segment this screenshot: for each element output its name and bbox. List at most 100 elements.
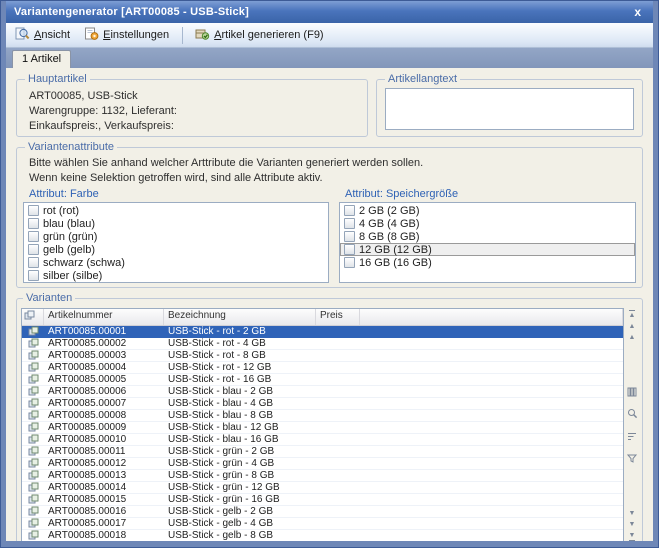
move-down-icon[interactable]: ▼ — [629, 521, 636, 528]
table-row[interactable]: ART00085.00010 USB-Stick - blau - 16 GB — [22, 434, 623, 446]
attribute-option[interactable]: 2 GB (2 GB) — [340, 204, 635, 217]
variant-row-icon — [22, 482, 44, 493]
filter-icon[interactable] — [627, 450, 637, 468]
attribute-checkbox[interactable] — [344, 244, 355, 255]
column-chooser-icon[interactable] — [627, 384, 637, 402]
attribute-option-label: 12 GB (12 GB) — [359, 244, 432, 256]
variantenattribute-groupbox: Variantenattribute Bitte wählen Sie anha… — [16, 141, 643, 288]
scroll-to-top-icon[interactable]: ▲ — [629, 310, 636, 319]
attribute-option[interactable]: grün (grün) — [24, 230, 328, 243]
hauptartikel-legend: Hauptartikel — [25, 73, 90, 85]
table-row[interactable]: ART00085.00003 USB-Stick - rot - 8 GB — [22, 350, 623, 362]
attribute-option[interactable]: 16 GB (16 GB) — [340, 256, 635, 269]
cell-bezeichnung: USB-Stick - rot - 4 GB — [164, 338, 316, 349]
variant-row-icon — [22, 494, 44, 505]
table-row[interactable]: ART00085.00006 USB-Stick - blau - 2 GB — [22, 386, 623, 398]
einstellungen-button[interactable]: Einstellungen — [79, 23, 176, 47]
table-row[interactable]: ART00085.00015 USB-Stick - grün - 16 GB — [22, 494, 623, 506]
column-header-artikelnummer[interactable]: Artikelnummer — [44, 309, 164, 325]
attribute-option[interactable]: schwarz (schwa) — [24, 256, 328, 269]
cell-bezeichnung: USB-Stick - rot - 8 GB — [164, 350, 316, 361]
attribute-option-label: 16 GB (16 GB) — [359, 257, 432, 269]
attribute-checkbox[interactable] — [344, 257, 355, 268]
cell-bezeichnung: USB-Stick - grün - 2 GB — [164, 446, 316, 457]
attribute-checkbox[interactable] — [344, 218, 355, 229]
attribute-checkbox[interactable] — [344, 205, 355, 216]
table-row[interactable]: ART00085.00001 USB-Stick - rot - 2 GB — [22, 326, 623, 338]
table-row[interactable]: ART00085.00016 USB-Stick - gelb - 2 GB — [22, 506, 623, 518]
attribute-option-label: 8 GB (8 GB) — [359, 231, 420, 243]
move-up-icon[interactable]: ▲ — [629, 323, 636, 330]
table-row[interactable]: ART00085.00005 USB-Stick - rot - 16 GB — [22, 374, 623, 386]
attribute-option-label: gelb (gelb) — [43, 244, 95, 256]
table-row[interactable]: ART00085.00017 USB-Stick - gelb - 4 GB — [22, 518, 623, 530]
variant-row-icon — [22, 470, 44, 481]
table-row[interactable]: ART00085.00009 USB-Stick - blau - 12 GB — [22, 422, 623, 434]
attribute-option[interactable]: blau (blau) — [24, 217, 328, 230]
table-row[interactable]: ART00085.00007 USB-Stick - blau - 4 GB — [22, 398, 623, 410]
attribute-option-label: silber (silbe) — [43, 270, 102, 282]
column-header-preis[interactable]: Preis — [316, 309, 360, 325]
artikellangtext-input[interactable] — [385, 88, 634, 130]
attribute-option-label: rot (rot) — [43, 205, 79, 217]
variant-row-icon — [22, 350, 44, 361]
variant-row-icon — [22, 530, 44, 541]
page-down-icon[interactable]: ▼ — [629, 510, 636, 517]
attribute-checkbox[interactable] — [28, 270, 39, 281]
varianten-table-body: ART00085.00001 USB-Stick - rot - 2 GB AR… — [22, 326, 623, 541]
attribute-checkbox[interactable] — [28, 231, 39, 242]
variantengenerator-window: Variantengenerator [ART00085 - USB-Stick… — [0, 0, 659, 548]
attribute-checkbox[interactable] — [28, 218, 39, 229]
table-row[interactable]: ART00085.00002 USB-Stick - rot - 4 GB — [22, 338, 623, 350]
page-up-icon[interactable]: ▲ — [629, 334, 636, 341]
variant-row-icon — [22, 362, 44, 373]
ansicht-label: Ansicht — [34, 29, 70, 41]
cell-artikelnummer: ART00085.00011 — [44, 446, 164, 457]
variant-column-icon[interactable] — [22, 309, 44, 325]
cell-bezeichnung: USB-Stick - blau - 16 GB — [164, 434, 316, 445]
cell-artikelnummer: ART00085.00002 — [44, 338, 164, 349]
tab-1-artikel[interactable]: 1 Artikel — [12, 50, 71, 68]
table-row[interactable]: ART00085.00008 USB-Stick - blau - 8 GB — [22, 410, 623, 422]
cell-bezeichnung: USB-Stick - rot - 2 GB — [164, 326, 316, 337]
table-row[interactable]: ART00085.00013 USB-Stick - grün - 8 GB — [22, 470, 623, 482]
attribute-checkbox[interactable] — [28, 205, 39, 216]
attribut-speichergroesse-label: Attribut: Speichergröße — [345, 188, 636, 200]
artikellangtext-groupbox: Artikellangtext — [376, 73, 643, 137]
table-row[interactable]: ART00085.00011 USB-Stick - grün - 2 GB — [22, 446, 623, 458]
search-icon[interactable] — [627, 406, 638, 424]
table-row[interactable]: ART00085.00018 USB-Stick - gelb - 8 GB — [22, 530, 623, 541]
variant-row-icon — [22, 518, 44, 529]
variant-row-icon — [22, 386, 44, 397]
attribute-checkbox[interactable] — [28, 244, 39, 255]
variant-row-icon — [22, 458, 44, 469]
attribute-checkbox[interactable] — [28, 257, 39, 268]
attribute-option[interactable]: 4 GB (4 GB) — [340, 217, 635, 230]
attribute-option[interactable]: 12 GB (12 GB) — [340, 243, 635, 256]
attribute-option[interactable]: gelb (gelb) — [24, 243, 328, 256]
attribute-option[interactable]: silber (silbe) — [24, 269, 328, 282]
hauptartikel-line-artikel: ART00085, USB-Stick — [29, 90, 359, 102]
scroll-to-bottom-icon[interactable]: ▼ — [629, 532, 636, 541]
sort-icon[interactable] — [627, 428, 637, 446]
attribute-checkbox[interactable] — [344, 231, 355, 242]
main-panel: Hauptartikel ART00085, USB-Stick Warengr… — [6, 68, 653, 541]
attribute-option[interactable]: 8 GB (8 GB) — [340, 230, 635, 243]
cell-artikelnummer: ART00085.00009 — [44, 422, 164, 433]
cell-bezeichnung: USB-Stick - rot - 12 GB — [164, 362, 316, 373]
varianten-table[interactable]: Artikelnummer Bezeichnung Preis ART00085… — [21, 308, 624, 541]
variant-row-icon — [22, 410, 44, 421]
cell-bezeichnung: USB-Stick - gelb - 8 GB — [164, 530, 316, 541]
column-header-bezeichnung[interactable]: Bezeichnung — [164, 309, 316, 325]
artikel-generieren-button[interactable]: Artikel generieren (F9) — [189, 23, 330, 47]
table-row[interactable]: ART00085.00012 USB-Stick - grün - 4 GB — [22, 458, 623, 470]
varianten-table-header: Artikelnummer Bezeichnung Preis — [22, 309, 623, 326]
table-row[interactable]: ART00085.00004 USB-Stick - rot - 12 GB — [22, 362, 623, 374]
close-button[interactable]: x — [630, 5, 645, 19]
ansicht-button[interactable]: Ansicht — [10, 23, 77, 47]
attribut-farbe-listbox[interactable]: rot (rot) blau (blau) grün (grün) gelb (… — [23, 202, 329, 283]
table-row[interactable]: ART00085.00014 USB-Stick - grün - 12 GB — [22, 482, 623, 494]
attribute-option[interactable]: rot (rot) — [24, 204, 328, 217]
attribute-option-label: blau (blau) — [43, 218, 95, 230]
attribut-speichergroesse-listbox[interactable]: 2 GB (2 GB) 4 GB (4 GB) 8 GB (8 GB) 12 G… — [339, 202, 636, 283]
